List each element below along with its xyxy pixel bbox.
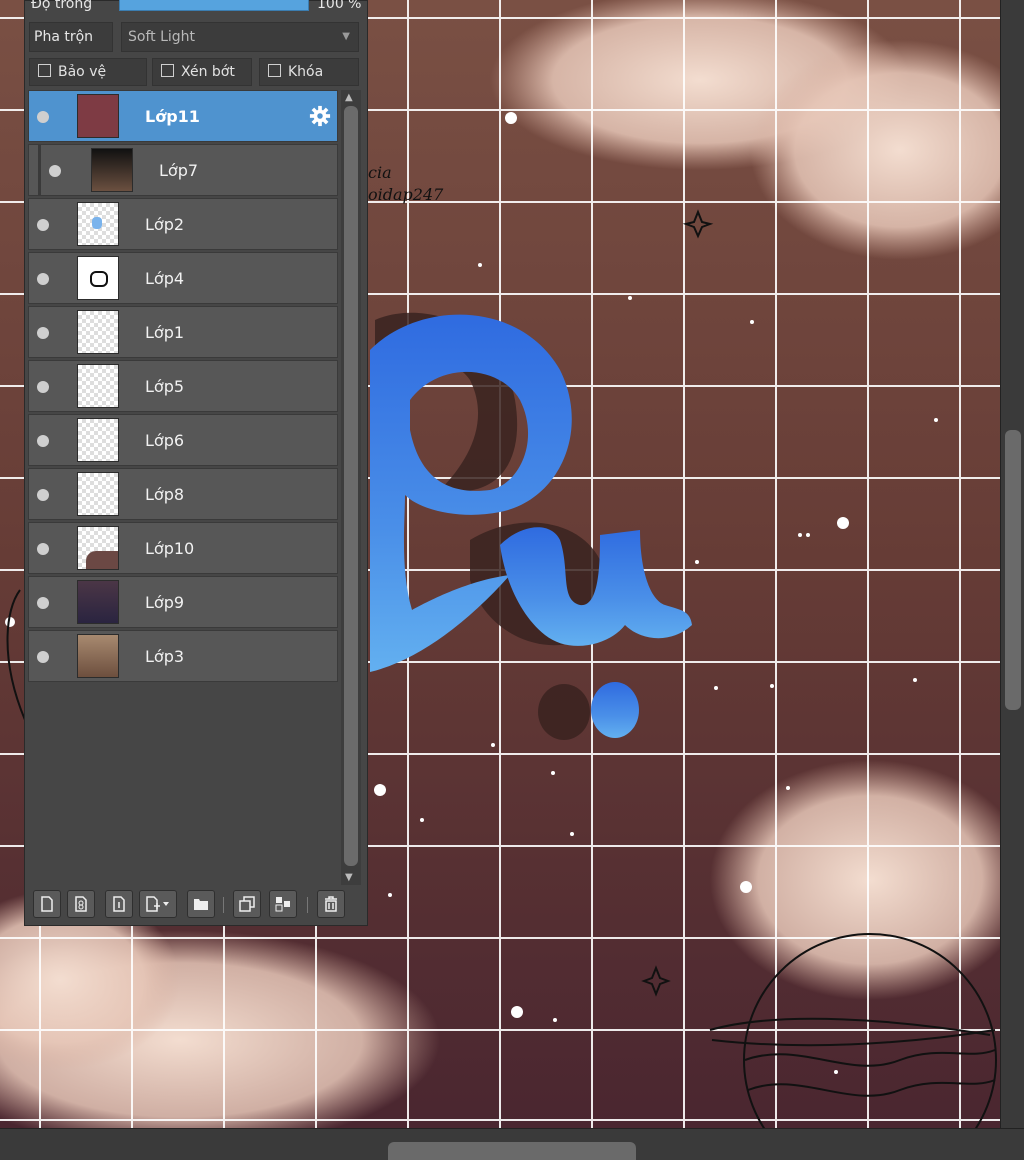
layer-row[interactable]: Lớp3 [28,630,338,682]
layer-list-scrollbar[interactable]: ▲ ▼ [341,90,361,885]
layer-thumbnail [77,94,119,138]
layer-name: Lớp10 [145,539,195,558]
blend-label-box: Pha trộn [29,22,113,52]
layer-name: Lớp4 [145,269,185,288]
layer-name: Lớp2 [145,215,185,234]
merge-down-icon [275,897,290,912]
layer-name: Lớp9 [145,593,185,612]
chevron-down-icon: ▼ [342,31,350,42]
new-layer-button[interactable] [33,890,61,918]
clipping-label: Xén bớt [181,64,235,80]
opacity-value: 100 % [317,0,362,12]
vertical-scroll-thumb[interactable] [1005,430,1021,710]
toolbar-separator [223,897,224,913]
clipping-checkbox[interactable]: Xén bớt [152,58,252,86]
eye-icon[interactable] [37,651,49,663]
layer-thumbnail [77,202,119,246]
new-1bit-layer-button[interactable] [105,890,133,918]
merge-down-button[interactable] [269,890,297,918]
layer-name: Lớp11 [145,107,200,126]
layer-row[interactable]: Lớp11 [28,90,338,142]
layer-row[interactable]: Lớp7 [28,144,338,196]
blend-label: Pha trộn [34,29,94,45]
blend-mode-value: Soft Light [128,29,196,45]
opacity-row: Độ trong 100 % [25,0,369,15]
layer-list-scroll-thumb[interactable] [344,106,358,866]
eye-icon[interactable] [37,435,49,447]
lock-label: Khóa [288,64,324,80]
layer-name: Lớp3 [145,647,185,666]
opacity-slider[interactable] [119,0,309,11]
layer-thumbnail [77,472,119,516]
gear-icon[interactable] [309,105,331,127]
new-8bit-layer-icon [75,896,87,912]
eye-icon[interactable] [37,273,49,285]
new-1bit-layer-icon [113,896,125,912]
scroll-up-icon[interactable]: ▲ [345,92,353,103]
duplicate-icon [239,896,255,912]
eye-icon[interactable] [37,597,49,609]
blend-row: Pha trộn Soft Light ▼ [25,22,369,52]
checkbox-icon [268,64,281,77]
protect-alpha-checkbox[interactable]: Bảo vệ alpha [29,58,147,106]
folder-icon [194,899,208,910]
layer-thumbnail [77,310,119,354]
layer-row[interactable]: Lớp1 [28,306,338,358]
eye-icon[interactable] [37,327,49,339]
trash-icon [325,896,337,912]
blend-mode-select[interactable]: Soft Light ▼ [121,22,359,52]
eye-icon[interactable] [49,165,61,177]
eye-icon[interactable] [37,219,49,231]
layer-name: Lớp6 [145,431,185,450]
eye-icon[interactable] [37,543,49,555]
add-layer-menu-button[interactable] [139,890,177,918]
new-layer-icon [41,896,53,912]
eye-icon[interactable] [37,489,49,501]
layer-thumbnail [91,148,133,192]
layer-row[interactable]: Lớp9 [28,576,338,628]
checkbox-icon [38,64,51,77]
layer-row[interactable]: Lớp8 [28,468,338,520]
layer-row[interactable]: Lớp10 [28,522,338,574]
layer-thumbnail [77,526,119,570]
layer-name: Lớp8 [145,485,185,504]
layer-name: Lớp5 [145,377,185,396]
canvas-horizontal-scrollbar[interactable] [0,1128,1024,1160]
layer-row[interactable]: Lớp6 [28,414,338,466]
layer-row[interactable]: Lớp5 [28,360,338,412]
layer-name: Lớp1 [145,323,185,342]
horizontal-scroll-thumb[interactable] [388,1142,636,1160]
toolbar-separator [307,897,308,913]
eye-icon[interactable] [37,381,49,393]
layer-row[interactable]: Lớp2 [28,198,338,250]
layer-row[interactable]: Lớp4 [28,252,338,304]
layer-thumbnail [77,634,119,678]
checkbox-icon [161,64,174,77]
clipping-indicator [38,145,41,195]
layer-name: Lớp7 [159,161,199,180]
layer-panel: Độ trong 100 % Pha trộn Soft Light ▼ Bảo… [24,0,368,926]
scroll-down-icon[interactable]: ▼ [345,872,353,883]
duplicate-layer-button[interactable] [233,890,261,918]
delete-layer-button[interactable] [317,890,345,918]
eye-icon[interactable] [37,111,49,123]
layer-thumbnail [77,418,119,462]
layer-thumbnail [77,580,119,624]
layer-toolbar [29,887,365,921]
canvas-vertical-scrollbar[interactable] [1000,0,1024,1128]
lock-checkbox[interactable]: Khóa [259,58,359,86]
new-folder-button[interactable] [187,890,215,918]
new-8bit-layer-button[interactable] [67,890,95,918]
opacity-label: Độ trong [31,0,93,12]
add-layer-menu-icon [146,896,169,912]
handwriting-text-1: cia [368,163,392,182]
layer-thumbnail [77,256,119,300]
handwriting-text-2: oidap247 [368,185,444,204]
layer-thumbnail [77,364,119,408]
